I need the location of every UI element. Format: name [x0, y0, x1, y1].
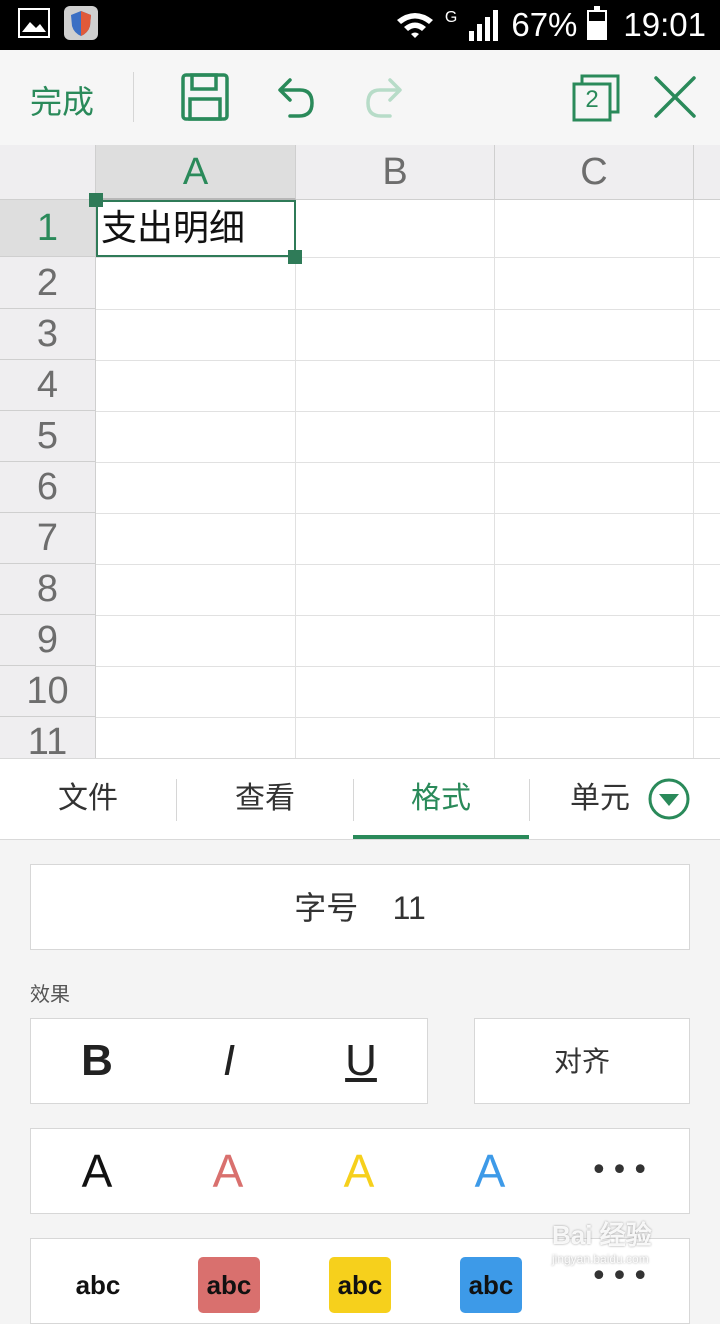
grid-line [693, 200, 694, 758]
grid-line [96, 564, 720, 565]
select-all-corner[interactable] [0, 145, 96, 200]
tabs-icon[interactable]: 2 [572, 74, 620, 122]
font-size-button[interactable]: 字号 11 [30, 864, 690, 950]
grid-line [96, 513, 720, 514]
selection-handle-bottom-right[interactable] [288, 250, 302, 264]
signal-icon [469, 10, 499, 41]
tab-file[interactable]: 文件 [0, 759, 176, 839]
grid-line [96, 257, 720, 258]
column-header-c[interactable]: C [495, 145, 694, 200]
font-color-group: A A A A ••• [30, 1128, 690, 1214]
font-size-value: 11 [392, 890, 426, 926]
row-header-3[interactable]: 3 [0, 309, 96, 360]
tab-format[interactable]: 格式 [353, 759, 529, 839]
grid-line [96, 462, 720, 463]
row-header-5[interactable]: 5 [0, 411, 96, 462]
selection-handle-top-left[interactable] [89, 193, 103, 207]
tab-count: 2 [585, 86, 599, 113]
chevron-down-icon[interactable] [648, 778, 690, 820]
save-icon[interactable] [180, 72, 230, 122]
font-color-black[interactable]: A [57, 1129, 137, 1213]
active-tab-indicator [353, 835, 529, 839]
more-font-colors-button[interactable]: ••• [581, 1129, 661, 1213]
row-header-9[interactable]: 9 [0, 615, 96, 666]
gallery-icon [18, 8, 50, 38]
underline-button[interactable]: U [321, 1019, 401, 1103]
row-header-11[interactable]: 11 [0, 717, 96, 758]
font-size-label: 字号 [294, 889, 359, 927]
column-header-a[interactable]: A [96, 145, 296, 200]
font-color-yellow[interactable]: A [319, 1129, 399, 1213]
row-header-10[interactable]: 10 [0, 666, 96, 717]
toolbar-divider [133, 72, 134, 122]
highlight-yellow[interactable]: abc [329, 1257, 391, 1313]
bold-button[interactable]: B [57, 1019, 137, 1103]
watermark-brand: Bai 经验 [552, 1220, 652, 1250]
effects-label: 效果 [30, 982, 70, 1006]
grid-line [96, 717, 720, 718]
grid-line [96, 615, 720, 616]
done-button[interactable]: 完成 [30, 77, 94, 123]
grid-line [96, 411, 720, 412]
close-icon[interactable] [652, 74, 698, 120]
row-header-7[interactable]: 7 [0, 513, 96, 564]
column-header-b[interactable]: B [296, 145, 495, 200]
status-bar: G 67% 19:01 [0, 0, 720, 50]
highlight-red[interactable]: abc [198, 1257, 260, 1313]
tab-view[interactable]: 查看 [177, 759, 353, 839]
grid-line [494, 200, 495, 758]
battery-icon [587, 6, 608, 40]
battery-percent: 67% [511, 6, 578, 43]
highlight-none[interactable]: abc [67, 1257, 129, 1313]
font-color-blue[interactable]: A [450, 1129, 530, 1213]
shield-icon [64, 6, 98, 40]
grid-line [96, 309, 720, 310]
row-header-4[interactable]: 4 [0, 360, 96, 411]
column-header-d[interactable] [694, 145, 720, 200]
grid-line [96, 666, 720, 667]
tab-cell[interactable]: 单元 [530, 759, 636, 839]
editor-toolbar: 完成 2 [0, 50, 720, 146]
highlight-blue[interactable]: abc [460, 1257, 522, 1313]
spreadsheet-grid[interactable]: A B C 1 2 3 4 5 6 7 8 9 10 11 支出明细 [0, 145, 720, 758]
align-button[interactable]: 对齐 [474, 1018, 690, 1104]
row-header-8[interactable]: 8 [0, 564, 96, 615]
font-color-red[interactable]: A [188, 1129, 268, 1213]
grid-line [295, 200, 296, 758]
undo-icon[interactable] [270, 72, 320, 122]
clock: 19:01 [623, 6, 706, 43]
italic-button[interactable]: I [189, 1019, 269, 1103]
row-header-2[interactable]: 2 [0, 257, 96, 309]
row-header-6[interactable]: 6 [0, 462, 96, 513]
baidu-watermark: Bai 经验 jingyan.baidu.com [552, 1215, 652, 1266]
cell-a1[interactable]: 支出明细 [96, 200, 296, 257]
format-panel: 字号 11 效果 B I U 对齐 A A A A ••• abc abc ab… [0, 840, 720, 1324]
wifi-icon [396, 13, 433, 38]
redo-icon[interactable] [360, 72, 410, 122]
network-type: G [444, 9, 458, 26]
watermark-url: jingyan.baidu.com [552, 1252, 649, 1266]
effects-group: B I U [30, 1018, 428, 1104]
grid-line [96, 360, 720, 361]
ribbon-tabs: 文件 查看 格式 单元 [0, 758, 720, 840]
row-header-1[interactable]: 1 [0, 200, 96, 257]
